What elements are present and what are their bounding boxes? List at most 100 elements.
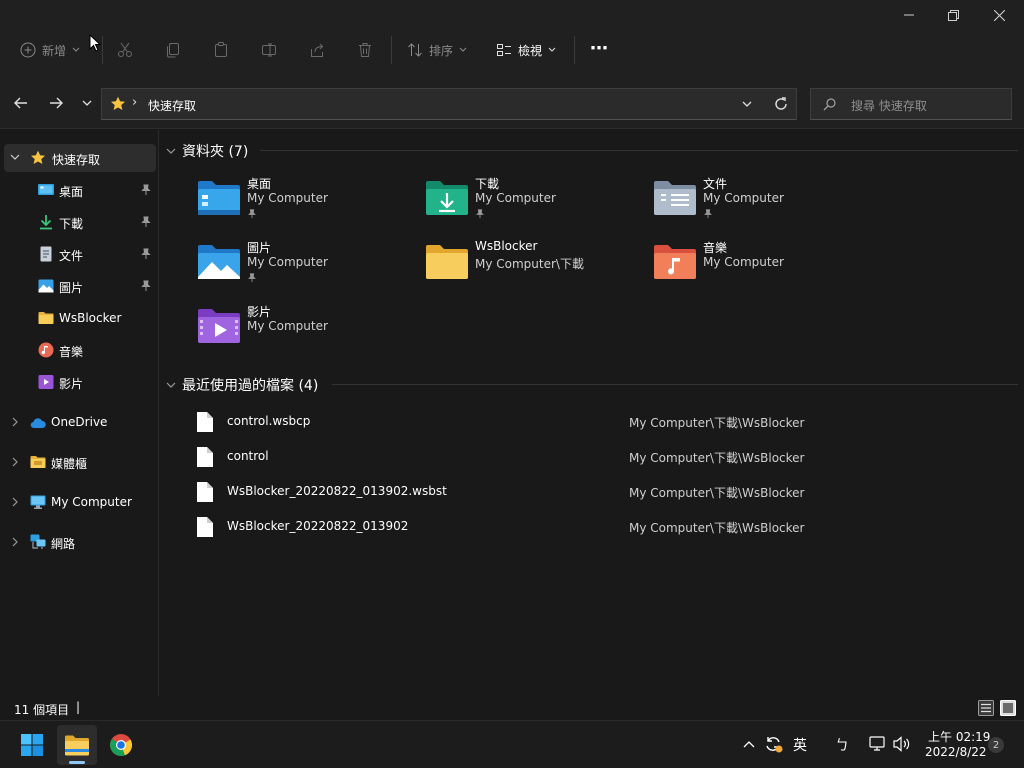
folder-tile-videos[interactable]: 影片 My Computer bbox=[197, 303, 417, 359]
paste-button[interactable] bbox=[213, 38, 229, 62]
recent-file-row[interactable]: control My Computer\下載\WsBlocker bbox=[190, 442, 990, 472]
folder-tile-music[interactable]: 音樂 My Computer bbox=[653, 239, 873, 295]
chevron-right-icon[interactable] bbox=[12, 457, 19, 467]
recent-locations-button[interactable] bbox=[76, 94, 98, 112]
new-label: 新增 bbox=[42, 43, 67, 58]
maximize-button[interactable] bbox=[930, 4, 976, 26]
taskbar-file-explorer[interactable] bbox=[57, 725, 97, 765]
folders-section-header[interactable]: 資料夾 (7) bbox=[166, 141, 248, 161]
status-cursor: | bbox=[76, 700, 81, 714]
recent-file-row[interactable]: WsBlocker_20220822_013902 My Computer\下載… bbox=[190, 512, 990, 542]
details-view-icon[interactable] bbox=[978, 700, 994, 716]
sidebar-item-downloads[interactable]: 下載 bbox=[4, 208, 156, 236]
recent-section-header[interactable]: 最近使用過的檔案 (4) bbox=[166, 375, 318, 395]
pin-icon bbox=[248, 209, 256, 219]
music-icon bbox=[38, 342, 54, 358]
pin-icon[interactable] bbox=[140, 216, 152, 228]
network-status-icon[interactable] bbox=[869, 736, 887, 752]
taskbar-chrome[interactable] bbox=[101, 725, 141, 765]
pin-icon bbox=[476, 209, 484, 219]
cut-button[interactable] bbox=[117, 38, 133, 62]
sidebar-item-wsblocker[interactable]: WsBlocker bbox=[4, 304, 156, 332]
folder-icon bbox=[38, 312, 54, 324]
chevron-right-icon[interactable] bbox=[12, 497, 19, 507]
share-button[interactable] bbox=[309, 38, 325, 62]
folder-tile-desktop[interactable]: 桌面 My Computer bbox=[197, 175, 417, 231]
sidebar-item-videos[interactable]: 影片 bbox=[4, 368, 156, 396]
address-bar[interactable]: › 快速存取 bbox=[101, 88, 797, 120]
chevron-down-icon[interactable] bbox=[10, 154, 20, 161]
more-options-button[interactable]: ⋯ bbox=[590, 36, 608, 60]
sidebar-item-network[interactable]: 網路 bbox=[4, 528, 156, 556]
chevron-up-icon[interactable] bbox=[743, 740, 755, 748]
ime-language[interactable]: 英 bbox=[793, 735, 807, 755]
chevron-down-icon bbox=[166, 382, 176, 388]
cloud-icon bbox=[30, 418, 46, 429]
folder-icon bbox=[426, 245, 468, 279]
folder-tile-pictures[interactable]: 圖片 My Computer bbox=[197, 239, 417, 295]
network-icon bbox=[30, 534, 46, 549]
close-button[interactable] bbox=[976, 4, 1022, 26]
breadcrumb-location[interactable]: 快速存取 bbox=[148, 97, 196, 114]
breadcrumb-separator: › bbox=[132, 95, 138, 110]
sidebar-item-pictures[interactable]: 圖片 bbox=[4, 272, 156, 300]
share-icon bbox=[311, 43, 324, 57]
pin-icon[interactable] bbox=[140, 248, 152, 260]
item-count: 11 個項目 bbox=[14, 703, 70, 717]
volume-icon[interactable] bbox=[893, 736, 911, 752]
refresh-icon[interactable] bbox=[774, 97, 788, 111]
new-button[interactable]: 新增 bbox=[20, 38, 80, 62]
pin-icon[interactable] bbox=[140, 280, 152, 292]
sync-icon[interactable] bbox=[765, 735, 783, 753]
clock-time[interactable]: 上午 02:19 bbox=[928, 728, 990, 745]
folder-tile-wsblocker[interactable]: WsBlocker My Computer\下載 bbox=[425, 239, 645, 295]
sidebar-item-music[interactable]: 音樂 bbox=[4, 336, 156, 364]
recent-file-path: My Computer\下載\WsBlocker bbox=[629, 486, 805, 500]
videos-folder-icon bbox=[198, 309, 240, 343]
folder-name: 下載 bbox=[475, 177, 500, 191]
notification-badge[interactable]: 2 bbox=[988, 737, 1004, 753]
file-icon bbox=[197, 482, 213, 502]
folder-name: 文件 bbox=[703, 177, 728, 191]
folder-tile-documents[interactable]: 文件 My Computer bbox=[653, 175, 873, 231]
delete-button[interactable] bbox=[357, 38, 373, 62]
sidebar-item-documents[interactable]: 文件 bbox=[4, 240, 156, 268]
folders-heading: 資料夾 (7) bbox=[182, 144, 249, 160]
rename-button[interactable] bbox=[261, 38, 277, 62]
forward-button[interactable] bbox=[45, 94, 67, 112]
running-indicator bbox=[69, 761, 85, 764]
recent-file-row[interactable]: WsBlocker_20220822_013902.wsbst My Compu… bbox=[190, 477, 990, 507]
sidebar-item-onedrive[interactable]: OneDrive bbox=[4, 408, 156, 436]
chevron-right-icon[interactable] bbox=[12, 417, 19, 427]
sidebar-item-libraries[interactable]: 媒體櫃 bbox=[4, 448, 156, 476]
pin-icon[interactable] bbox=[140, 184, 152, 196]
sidebar-item-quick-access[interactable]: 快速存取 bbox=[4, 144, 156, 172]
chevron-down-icon bbox=[548, 47, 556, 52]
back-button[interactable] bbox=[10, 94, 32, 112]
sort-button[interactable]: 排序 bbox=[407, 38, 467, 62]
recent-file-row[interactable]: control.wsbcp My Computer\下載\WsBlocker bbox=[190, 407, 990, 437]
add-icon bbox=[20, 42, 36, 58]
tiles-view-icon[interactable] bbox=[1000, 700, 1016, 716]
chevron-right-icon[interactable] bbox=[12, 537, 19, 547]
clock-date[interactable]: 2022/8/22 bbox=[925, 745, 987, 759]
sidebar-item-desktop[interactable]: 桌面 bbox=[4, 176, 156, 204]
copy-icon bbox=[167, 43, 179, 58]
sidebar-item-my-computer[interactable]: My Computer bbox=[4, 488, 156, 516]
folder-tile-downloads[interactable]: 下載 My Computer bbox=[425, 175, 645, 231]
toolbar-divider bbox=[574, 36, 575, 64]
minimize-button[interactable] bbox=[886, 4, 932, 26]
ime-mode[interactable]: ㄅ bbox=[835, 735, 849, 755]
start-button[interactable] bbox=[12, 725, 52, 765]
search-box[interactable]: 搜尋 快速存取 bbox=[810, 88, 1012, 120]
sidebar-item-label: 音樂 bbox=[59, 345, 84, 359]
view-button[interactable]: 檢視 bbox=[496, 38, 556, 62]
folder-path: My Computer bbox=[703, 191, 784, 205]
navigation-row: › 快速存取 搜尋 快速存取 bbox=[0, 77, 1024, 129]
address-dropdown-icon[interactable] bbox=[742, 101, 752, 108]
computer-icon bbox=[30, 495, 46, 509]
copy-button[interactable] bbox=[165, 38, 181, 62]
library-icon bbox=[30, 456, 46, 468]
music-folder-icon bbox=[654, 245, 696, 279]
windows-logo-icon bbox=[21, 734, 43, 756]
